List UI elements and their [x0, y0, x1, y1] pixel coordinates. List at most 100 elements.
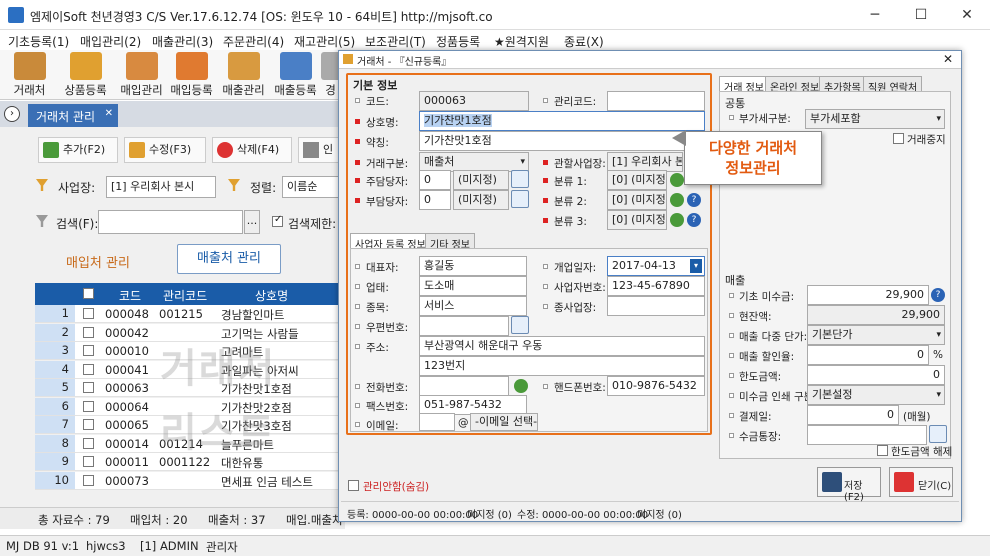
menu-purchase[interactable]: 매입관리(2) — [80, 33, 141, 50]
email-domain-select[interactable]: -이메일 선택- — [470, 413, 538, 431]
biz-no-field[interactable]: 123-45-67890 — [607, 276, 705, 296]
sub-manager-field[interactable]: 0 — [419, 190, 451, 210]
menu-register[interactable]: 정품등록 — [436, 33, 480, 50]
delete-button[interactable]: 삭제(F4) — [212, 137, 292, 163]
toolbar-purchase-reg[interactable]: 매입등록 — [164, 52, 219, 98]
menu-aux[interactable]: 보조관리(T) — [365, 33, 426, 50]
code-field[interactable]: 000063 — [419, 91, 529, 111]
fax-label: 팩스번호: — [366, 401, 409, 413]
row-checkbox[interactable] — [83, 382, 94, 393]
row-checkbox[interactable] — [83, 345, 94, 356]
menu-sales[interactable]: 매출관리(3) — [152, 33, 213, 50]
short-field[interactable]: 기가찬맛1호점 — [419, 131, 705, 151]
close-button[interactable]: ✕ — [944, 0, 990, 30]
table-row[interactable]: 1 000048 001215 경남할인마트 — [35, 305, 345, 323]
discount-label: 매출 할인율: — [739, 351, 795, 363]
minimize-button[interactable]: ─ — [852, 0, 898, 30]
toolbar-purchase-mgmt[interactable]: 매입관리 — [114, 52, 169, 98]
discount-field[interactable]: 0 — [807, 345, 929, 365]
unpaid-help-icon[interactable]: ? — [931, 288, 945, 302]
main-manager-field[interactable]: 0 — [419, 170, 451, 190]
fax-field[interactable]: 051-987-5432 — [419, 395, 527, 415]
mgmt-code-field[interactable] — [607, 91, 705, 111]
toolbar-product[interactable]: 상품등록 — [58, 52, 113, 98]
addr2-field[interactable]: 123번지 — [419, 356, 705, 376]
ceo-field[interactable]: 홍길동 — [419, 256, 527, 276]
site-select[interactable]: [1] 우리회사 본시 — [106, 176, 216, 198]
menu-remote[interactable]: ★원격지원 — [494, 33, 549, 50]
biz-type-field[interactable]: 도소매 — [419, 276, 527, 296]
sub-manager-search-icon[interactable] — [511, 190, 529, 208]
sort-select[interactable]: 이름순 — [282, 176, 345, 198]
open-date-field[interactable]: 2017-04-13 ▾ — [607, 256, 705, 276]
toolbar-sales-mgmt[interactable]: 매출관리 — [216, 52, 271, 98]
cat1-add-icon[interactable] — [670, 173, 684, 187]
tab-close-icon[interactable]: ✕ — [105, 108, 113, 119]
print-select[interactable]: 기본설정 ▾ — [807, 385, 945, 405]
cat2-help-icon[interactable]: ? — [687, 193, 701, 207]
chevron-right-icon[interactable]: › — [4, 106, 20, 122]
cat2-add-icon[interactable] — [670, 193, 684, 207]
limit-off-checkbox[interactable] — [877, 445, 888, 456]
zip-field[interactable] — [419, 316, 509, 336]
price-select[interactable]: 기본단가 ▾ — [807, 325, 945, 345]
row-checkbox[interactable] — [83, 363, 94, 375]
menu-order[interactable]: 주문관리(4) — [223, 33, 284, 50]
dialog-close-icon[interactable]: ✕ — [943, 52, 953, 66]
item-field[interactable]: 서비스 — [419, 296, 527, 316]
limit-field[interactable]: 0 — [807, 365, 945, 385]
cat3-help-icon[interactable]: ? — [687, 213, 701, 227]
row-checkbox[interactable] — [83, 400, 94, 412]
col-code[interactable]: 코드 — [119, 287, 141, 304]
save-button[interactable]: 저장(F2) — [817, 467, 881, 503]
row-checkbox[interactable] — [83, 308, 94, 319]
type-select[interactable]: 매출처 ▾ — [419, 152, 529, 172]
search-limit-checkbox[interactable]: ✓ — [272, 214, 283, 227]
menu-stock[interactable]: 재고관리(5) — [294, 33, 355, 50]
close-dialog-button[interactable]: 닫기(C) — [889, 467, 953, 497]
mobile-field[interactable]: 010-9876-5432 — [607, 376, 705, 396]
stop-trade-checkbox[interactable] — [893, 133, 904, 144]
cat3-add-icon[interactable] — [670, 213, 684, 227]
name-field[interactable]: 기가찬맛1호점 — [419, 111, 705, 131]
row-checkbox[interactable] — [83, 326, 94, 338]
cat2-select[interactable]: [0] (미지정) — [607, 190, 667, 210]
toolbar-sales-reg[interactable]: 매출등록 — [268, 52, 323, 98]
table-row[interactable]: 10 000073 면세표 인금 테스트 — [35, 471, 345, 490]
vat-select[interactable]: 부가세포함 ▾ — [805, 109, 945, 129]
menu-basic[interactable]: 기초등록(1) — [8, 33, 69, 50]
edit-button[interactable]: 수정(F3) — [124, 137, 206, 163]
exclude-checkbox[interactable] — [348, 480, 359, 491]
col-name[interactable]: 상호명 — [255, 287, 288, 304]
pay-day-field[interactable]: 0 — [807, 405, 899, 425]
maximize-button[interactable]: ☐ — [898, 0, 944, 30]
main-manager-search-icon[interactable] — [511, 170, 529, 188]
row-checkbox[interactable] — [83, 437, 94, 449]
unpaid-field[interactable]: 29,900 — [807, 285, 929, 305]
account-field[interactable] — [807, 425, 927, 445]
search-input[interactable] — [98, 210, 243, 234]
toolbar-client[interactable]: 거래처 — [2, 52, 57, 98]
row-checkbox[interactable] — [83, 419, 94, 430]
row-checkbox[interactable] — [83, 456, 94, 467]
tab-client-manage[interactable]: 거래처 관리 ✕ — [28, 104, 118, 127]
search-browse-button[interactable]: ... — [244, 210, 260, 234]
tel-field[interactable] — [419, 376, 509, 396]
branch-field[interactable] — [607, 296, 705, 316]
email-field[interactable] — [419, 413, 455, 431]
cat1-select[interactable]: [0] (미지정) — [607, 170, 667, 190]
account-search-icon[interactable] — [929, 425, 947, 443]
cat3-select[interactable]: [0] (미지정) — [607, 210, 667, 230]
add-button[interactable]: 추가(F2) — [38, 137, 118, 163]
col-mgmt[interactable]: 관리코드 — [163, 287, 207, 304]
search-filter-icon — [36, 215, 48, 227]
select-all-checkbox[interactable] — [83, 288, 94, 299]
subtab-sales[interactable]: 매출처 관리 — [177, 244, 281, 274]
dlg-site-select[interactable]: [1] 우리회사 본사 — [607, 152, 683, 172]
row-checkbox[interactable] — [83, 474, 94, 486]
addr1-field[interactable]: 부산광역시 해운대구 우동 — [419, 336, 705, 356]
zip-search-icon[interactable] — [511, 316, 529, 334]
menu-exit[interactable]: 종료(X) — [564, 33, 604, 50]
subtab-purchase[interactable]: 매입처 관리 — [66, 252, 130, 271]
tel-add-icon[interactable] — [514, 379, 528, 393]
